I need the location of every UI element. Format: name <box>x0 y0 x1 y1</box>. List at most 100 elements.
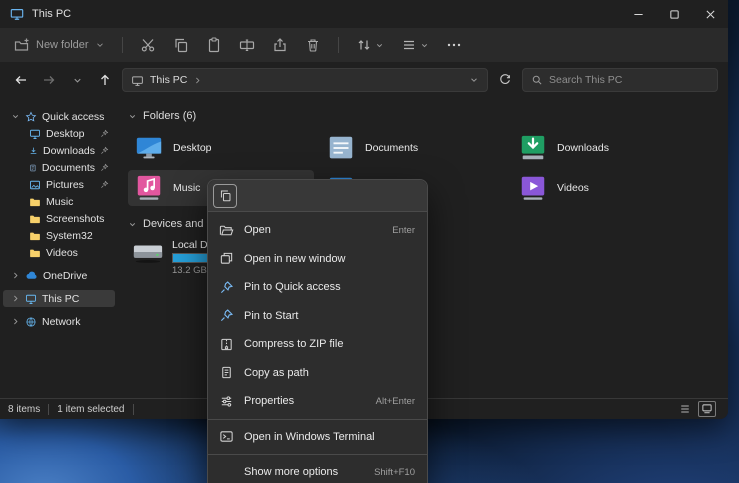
folders-section-header[interactable]: Folders (6) <box>128 106 728 126</box>
search-input[interactable] <box>549 74 709 86</box>
selection-count: 1 item selected <box>57 404 124 415</box>
menu-item-open-in-windows-terminal[interactable]: Open in Windows Terminal <box>208 423 427 452</box>
sidebar-item-onedrive[interactable]: OneDrive <box>3 267 115 284</box>
sidebar-label: Documents <box>42 162 95 174</box>
sidebar-label: This PC <box>42 293 79 305</box>
download-icon <box>29 145 38 157</box>
folder-label: Documents <box>365 142 418 154</box>
document-icon <box>29 162 37 174</box>
cloud-icon <box>25 269 38 282</box>
folder-label: Videos <box>557 182 589 194</box>
toolbar-divider <box>338 37 339 53</box>
large-icons-view-button[interactable] <box>698 401 716 417</box>
menu-item-open[interactable]: Open Enter <box>208 216 427 245</box>
folder-icon <box>29 196 41 208</box>
sidebar-item-screenshots[interactable]: Screenshots <box>3 210 115 227</box>
sidebar-item-system32[interactable]: System32 <box>3 227 115 244</box>
sort-button[interactable] <box>356 37 384 53</box>
chevron-down-icon <box>72 75 83 86</box>
close-button[interactable] <box>692 0 728 28</box>
folder-label: Music <box>173 182 200 194</box>
menu-item-properties[interactable]: Properties Alt+Enter <box>208 387 427 416</box>
share-button[interactable] <box>272 37 288 53</box>
sidebar-item-quick-access[interactable]: Quick access <box>3 108 115 125</box>
titlebar[interactable]: This PC <box>0 0 728 28</box>
paste-button[interactable] <box>206 37 222 53</box>
sidebar-label: Screenshots <box>46 213 104 225</box>
menu-item-show-more-options[interactable]: Show more options Shift+F10 <box>208 458 427 483</box>
chevron-down-icon <box>375 41 384 50</box>
maximize-button[interactable] <box>656 0 692 28</box>
sidebar-item-desktop[interactable]: Desktop <box>3 125 115 142</box>
folder-tile-documents[interactable]: Documents <box>320 130 506 166</box>
sidebar-label: Pictures <box>46 179 84 191</box>
address-bar[interactable]: This PC <box>122 68 488 92</box>
sidebar-label: Videos <box>46 247 78 259</box>
breadcrumb-root[interactable]: This PC <box>150 74 187 86</box>
monitor-icon <box>25 293 37 305</box>
sidebar-item-videos[interactable]: Videos <box>3 244 115 261</box>
music-folder-icon <box>134 173 164 203</box>
search-icon <box>531 74 543 86</box>
forward-button[interactable] <box>38 69 60 91</box>
folders-header-label: Folders (6) <box>143 110 196 122</box>
folder-icon <box>29 213 41 225</box>
view-button[interactable] <box>401 37 429 53</box>
menu-item-pin-to-quick-access[interactable]: Pin to Quick access <box>208 273 427 302</box>
menu-item-copy-as-path[interactable]: Copy as path <box>208 359 427 388</box>
menu-divider <box>208 419 427 420</box>
pin-icon <box>219 280 234 295</box>
copy-button[interactable] <box>173 37 189 53</box>
desktop-folder-icon <box>134 133 164 163</box>
chevron-down-icon <box>420 41 429 50</box>
folder-label: Downloads <box>557 142 609 154</box>
refresh-button[interactable] <box>494 69 516 91</box>
sidebar-item-music[interactable]: Music <box>3 193 115 210</box>
sidebar-item-pictures[interactable]: Pictures <box>3 176 115 193</box>
context-menu-items: Open Enter Open in new window Pin to Qui… <box>208 212 427 483</box>
sidebar-item-downloads[interactable]: Downloads <box>3 142 115 159</box>
folder-tile-downloads[interactable]: Downloads <box>512 130 698 166</box>
shortcut-hint: Shift+F10 <box>374 467 415 478</box>
chevron-down-icon <box>128 112 137 121</box>
sidebar-label: Music <box>46 196 73 208</box>
search-box[interactable] <box>522 68 718 92</box>
shortcut-hint: Alt+Enter <box>376 396 415 407</box>
more-options-button[interactable] <box>446 37 462 53</box>
items-count: 8 items <box>8 404 40 415</box>
up-button[interactable] <box>94 69 116 91</box>
sidebar-label: System32 <box>46 230 93 242</box>
shortcut-hint: Enter <box>392 225 415 236</box>
sidebar-item-documents[interactable]: Documents <box>3 159 115 176</box>
back-button[interactable] <box>10 69 32 91</box>
new-folder-button[interactable]: New folder <box>14 37 105 53</box>
context-menu-quick-actions <box>208 180 427 212</box>
pin-icon <box>100 180 109 189</box>
navigation-bar: This PC <box>0 62 728 98</box>
navigation-pane: Quick access Desktop Downloads Documents <box>0 98 118 398</box>
sidebar-label: Downloads <box>43 145 95 157</box>
chevron-right-icon <box>11 294 20 303</box>
delete-button[interactable] <box>305 37 321 53</box>
folder-tile-desktop[interactable]: Desktop <box>128 130 314 166</box>
menu-item-open-in-new-window[interactable]: Open in new window <box>208 245 427 274</box>
menu-item-compress-to-zip[interactable]: Compress to ZIP file <box>208 330 427 359</box>
folder-icon <box>29 230 41 242</box>
folder-tile-videos[interactable]: Videos <box>512 170 698 206</box>
cut-button[interactable] <box>140 37 156 53</box>
command-bar: New folder <box>0 28 728 62</box>
rename-button[interactable] <box>239 37 255 53</box>
quick-copy-button[interactable] <box>213 184 237 208</box>
menu-item-pin-to-start[interactable]: Pin to Start <box>208 302 427 331</box>
address-dropdown-caret[interactable] <box>469 75 479 85</box>
minimize-button[interactable] <box>620 0 656 28</box>
videos-folder-icon <box>518 173 548 203</box>
folder-icon <box>29 247 41 259</box>
details-view-button[interactable] <box>676 401 694 417</box>
pin-icon <box>100 146 109 155</box>
recent-locations-button[interactable] <box>66 69 88 91</box>
sidebar-item-this-pc[interactable]: This PC <box>3 290 115 307</box>
sidebar-item-network[interactable]: Network <box>3 313 115 330</box>
globe-icon <box>25 316 37 328</box>
new-folder-icon <box>14 37 30 53</box>
